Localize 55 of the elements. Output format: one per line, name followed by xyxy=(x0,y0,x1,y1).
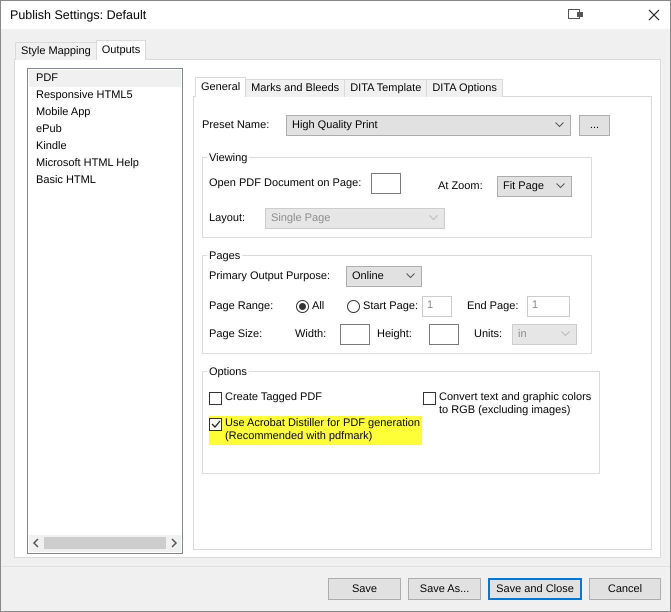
group-title: Pages xyxy=(208,250,242,262)
dialog-button[interactable]: Save As... xyxy=(408,578,481,600)
page-field[interactable] xyxy=(371,172,401,194)
width-label: Width: xyxy=(295,328,328,340)
window-title: Publish Settings: Default xyxy=(10,8,148,22)
height-label: Height: xyxy=(377,328,413,340)
list-item[interactable]: Responsive HTML5 xyxy=(29,86,181,104)
width-field[interactable] xyxy=(340,324,370,345)
dialog-button[interactable]: Cancel xyxy=(589,578,661,600)
page-size-label: Page Size: xyxy=(209,328,264,340)
group-title: Options xyxy=(208,366,248,378)
list-item[interactable]: Kindle xyxy=(29,138,181,155)
preset-label: Preset Name: xyxy=(202,119,270,132)
tab[interactable]: Style Mapping xyxy=(15,42,97,60)
purpose-label: Primary Output Purpose: xyxy=(209,270,332,282)
window-icon xyxy=(568,9,584,20)
browse-button[interactable]: ... xyxy=(579,114,610,136)
check-icon xyxy=(210,420,220,428)
chevron-down-icon xyxy=(561,331,570,338)
layout-label: Layout: xyxy=(209,212,246,224)
zoom-dropdown[interactable]: Fit Page xyxy=(497,176,572,197)
chevron-down-icon xyxy=(556,183,565,190)
close-icon[interactable] xyxy=(648,8,660,21)
height-field[interactable] xyxy=(429,324,459,345)
tab[interactable]: Outputs xyxy=(96,40,146,60)
tab[interactable]: DITA Template xyxy=(344,78,428,97)
open-page-label: Open PDF Document on Page: xyxy=(209,177,362,190)
checkbox[interactable]: Convert text and graphic colors to RGB (excluding images) xyxy=(423,390,594,419)
chevron-down-icon xyxy=(406,273,415,280)
page-range-label: Page Range: xyxy=(209,300,274,312)
radio-button[interactable] xyxy=(347,300,360,313)
horizontal-scrollbar[interactable] xyxy=(29,534,181,552)
highlighted-checkbox[interactable]: Use Acrobat Distiller for PDF generation (Recommended with pdfmark) xyxy=(209,416,422,445)
radio-label: Start Page: xyxy=(363,300,418,312)
group-title: Viewing xyxy=(208,152,248,164)
end-page-label: End Page: xyxy=(467,300,520,312)
chevron-down-icon xyxy=(555,122,564,128)
dialog-button[interactable]: Save and Close xyxy=(488,578,582,600)
purpose-dropdown[interactable]: Online xyxy=(346,266,422,287)
tab[interactable]: Marks and Bleeds xyxy=(245,78,346,97)
radio-label: All xyxy=(312,300,324,312)
chevron-down-icon xyxy=(429,215,438,222)
list-item[interactable]: Mobile App xyxy=(29,104,181,121)
zoom-label: At Zoom: xyxy=(438,180,484,192)
checkbox[interactable]: Create Tagged PDF xyxy=(209,390,324,407)
list-item[interactable]: PDF xyxy=(29,70,181,87)
units-label: Units: xyxy=(474,328,504,340)
radio-button[interactable] xyxy=(296,300,309,313)
dialog-button[interactable]: Save xyxy=(328,578,401,600)
list-item[interactable]: ePub xyxy=(29,120,181,138)
tab[interactable]: General xyxy=(195,76,246,97)
tab[interactable]: DITA Options xyxy=(426,78,503,97)
list-item[interactable]: Basic HTML xyxy=(29,172,181,189)
preset-dropdown[interactable]: High Quality Print xyxy=(286,114,571,136)
list-item[interactable]: Microsoft HTML Help xyxy=(29,154,181,172)
